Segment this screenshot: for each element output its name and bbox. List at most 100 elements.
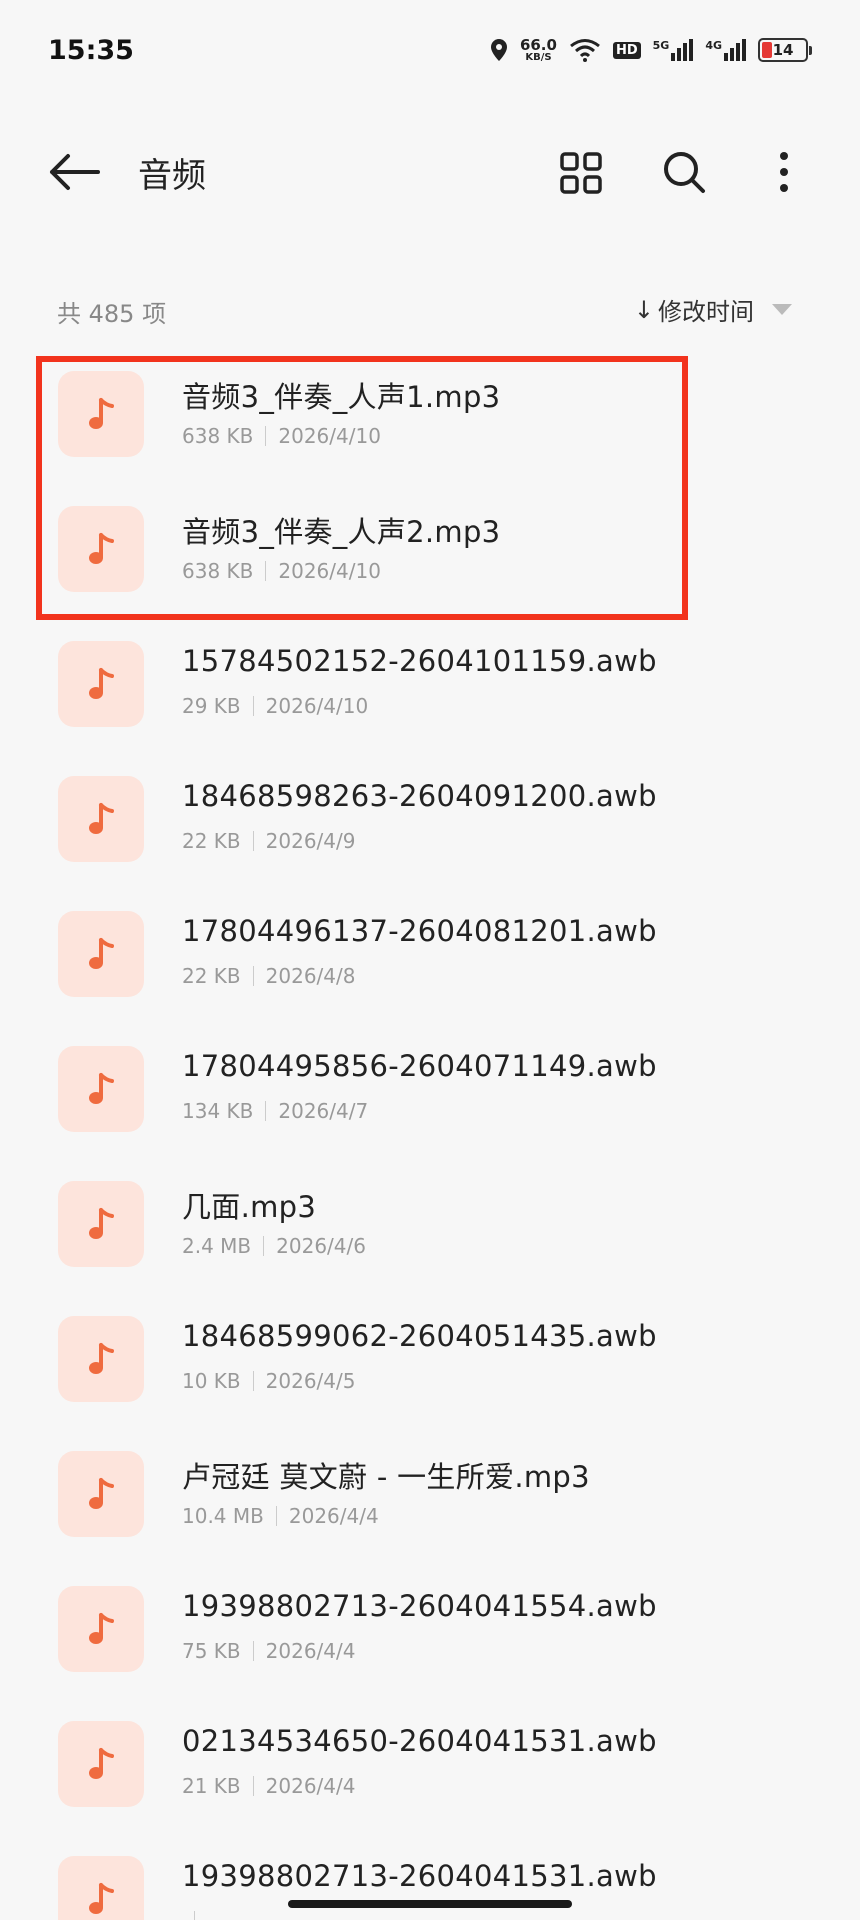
list-header: 共 485 项 ↓ 修改时间	[0, 290, 860, 330]
sort-direction-icon: ↓	[633, 295, 654, 324]
file-item[interactable]: 音频3_伴奏_人声2.mp3 638 KB 2026/4/10	[0, 495, 860, 630]
meta-separator	[252, 1776, 254, 1796]
network-speed: 66.0 KB/S	[519, 35, 557, 63]
file-item[interactable]: 17804495856-2604071149.awb 134 KB 2026/4/…	[0, 1035, 860, 1170]
location-icon	[490, 39, 507, 61]
file-name: 卢冠廷 莫文蔚 - 一生所爱.mp3	[182, 1460, 590, 1494]
audio-file-icon	[58, 1856, 144, 1920]
file-item[interactable]: 19398802713-2604041554.awb 75 KB 2026/4/4	[0, 1575, 860, 1710]
file-name: 17804495856-2604071149.awb	[182, 1049, 657, 1083]
meta-separator	[252, 1371, 254, 1391]
audio-file-icon	[58, 911, 144, 997]
music-note-icon	[89, 1073, 114, 1104]
file-name: 15784502152-2604101159.awb	[182, 644, 657, 678]
file-name: 19398802713-2604041554.awb	[182, 1589, 657, 1623]
file-meta: 10.4 MB 2026/4/4	[182, 1504, 379, 1528]
file-meta: 10 KB 2026/4/5	[182, 1369, 355, 1393]
wifi-icon	[570, 39, 600, 62]
file-item[interactable]: 18468599062-2604051435.awb 10 KB 2026/4/5	[0, 1305, 860, 1440]
meta-separator	[252, 1641, 254, 1661]
file-meta: 29 KB 2026/4/10	[182, 694, 368, 718]
file-item[interactable]: 18468598263-2604091200.awb 22 KB 2026/4/9	[0, 765, 860, 900]
audio-file-icon	[58, 1586, 144, 1672]
file-date: 2026/4/4	[288, 1504, 379, 1528]
audio-file-icon	[58, 1046, 144, 1132]
back-arrow-icon[interactable]	[48, 152, 100, 192]
sort-selector[interactable]: ↓ 修改时间	[634, 292, 792, 327]
grid-view-icon[interactable]	[560, 152, 602, 194]
meta-separator	[265, 561, 267, 581]
meta-separator	[265, 1101, 267, 1121]
file-size: 75 KB	[182, 1639, 241, 1663]
meta-separator	[265, 426, 267, 446]
music-note-icon	[89, 1883, 114, 1914]
network-speed-unit: KB/S	[525, 51, 552, 63]
file-meta: 638 KB 2026/4/10	[182, 559, 381, 583]
music-note-icon	[89, 533, 114, 564]
audio-file-icon	[58, 1451, 144, 1537]
signal-5g-label: 5G	[652, 39, 670, 52]
audio-file-icon	[58, 641, 144, 727]
file-date: 2026/4/4	[265, 1774, 356, 1798]
file-name: 19398802713-2604041531.awb	[182, 1859, 657, 1893]
item-count: 共 485 项	[57, 300, 167, 328]
music-note-icon	[89, 1343, 114, 1374]
file-meta	[182, 1909, 207, 1920]
music-note-icon	[89, 1613, 114, 1644]
file-meta: 22 KB 2026/4/9	[182, 829, 355, 853]
file-size: 21 KB	[182, 1774, 241, 1798]
home-indicator[interactable]	[288, 1900, 572, 1908]
music-note-icon	[89, 398, 114, 429]
file-date: 2026/4/6	[276, 1234, 366, 1258]
page-title: 音频	[138, 156, 206, 196]
battery-icon: 14	[758, 38, 812, 62]
music-note-icon	[89, 1748, 114, 1779]
file-name: 18468599062-2604051435.awb	[182, 1319, 657, 1353]
app-bar: 音频	[0, 130, 860, 214]
file-item[interactable]: 19398802713-2604041531.awb	[0, 1845, 860, 1920]
hd-voice-badge: HD	[612, 41, 641, 59]
audio-file-icon	[58, 1316, 144, 1402]
file-date: 2026/4/4	[265, 1639, 356, 1663]
music-note-icon	[89, 1208, 114, 1239]
file-date: 2026/4/10	[278, 424, 381, 448]
music-note-icon	[89, 938, 114, 969]
file-meta: 75 KB 2026/4/4	[182, 1639, 355, 1663]
music-note-icon	[89, 1478, 114, 1509]
file-meta: 2.4 MB 2026/4/6	[182, 1234, 366, 1258]
file-meta: 638 KB 2026/4/10	[182, 424, 381, 448]
file-meta: 21 KB 2026/4/4	[182, 1774, 355, 1798]
signal-4g-label: 4G	[705, 39, 722, 52]
file-size: 22 KB	[182, 829, 241, 853]
file-item[interactable]: 卢冠廷 莫文蔚 - 一生所爱.mp3 10.4 MB 2026/4/4	[0, 1440, 860, 1575]
more-options-icon[interactable]	[772, 150, 796, 194]
signal-bars-icon	[671, 39, 694, 61]
meta-separator	[252, 966, 254, 986]
status-time: 15:35	[48, 34, 134, 66]
file-date: 2026/4/10	[278, 559, 381, 583]
file-item[interactable]: 几面.mp3 2.4 MB 2026/4/6	[0, 1170, 860, 1305]
audio-file-icon	[58, 776, 144, 862]
file-date: 2026/4/5	[265, 1369, 356, 1393]
file-date: 2026/4/7	[278, 1099, 369, 1123]
file-size: 29 KB	[182, 694, 241, 718]
file-item[interactable]: 15784502152-2604101159.awb 29 KB 2026/4/1…	[0, 630, 860, 765]
file-item[interactable]: 音频3_伴奏_人声1.mp3 638 KB 2026/4/10	[0, 360, 860, 495]
file-meta: 134 KB 2026/4/7	[182, 1099, 368, 1123]
file-name: 17804496137-2604081201.awb	[182, 914, 657, 948]
file-size: 22 KB	[182, 964, 241, 988]
file-meta: 22 KB 2026/4/8	[182, 964, 355, 988]
meta-separator	[263, 1236, 265, 1256]
file-name: 02134534650-2604041531.awb	[182, 1724, 657, 1758]
file-item[interactable]: 17804496137-2604081201.awb 22 KB 2026/4/8	[0, 900, 860, 1035]
file-name: 几面.mp3	[182, 1190, 317, 1224]
audio-file-icon	[58, 1721, 144, 1807]
meta-separator	[275, 1506, 277, 1526]
network-speed-value: 66.0	[519, 35, 557, 54]
meta-separator	[252, 831, 254, 851]
file-size: 638 KB	[182, 424, 254, 448]
file-name: 18468598263-2604091200.awb	[182, 779, 657, 813]
search-icon[interactable]	[662, 150, 706, 194]
dropdown-triangle-icon	[772, 304, 792, 315]
file-item[interactable]: 02134534650-2604041531.awb 21 KB 2026/4/4	[0, 1710, 860, 1845]
